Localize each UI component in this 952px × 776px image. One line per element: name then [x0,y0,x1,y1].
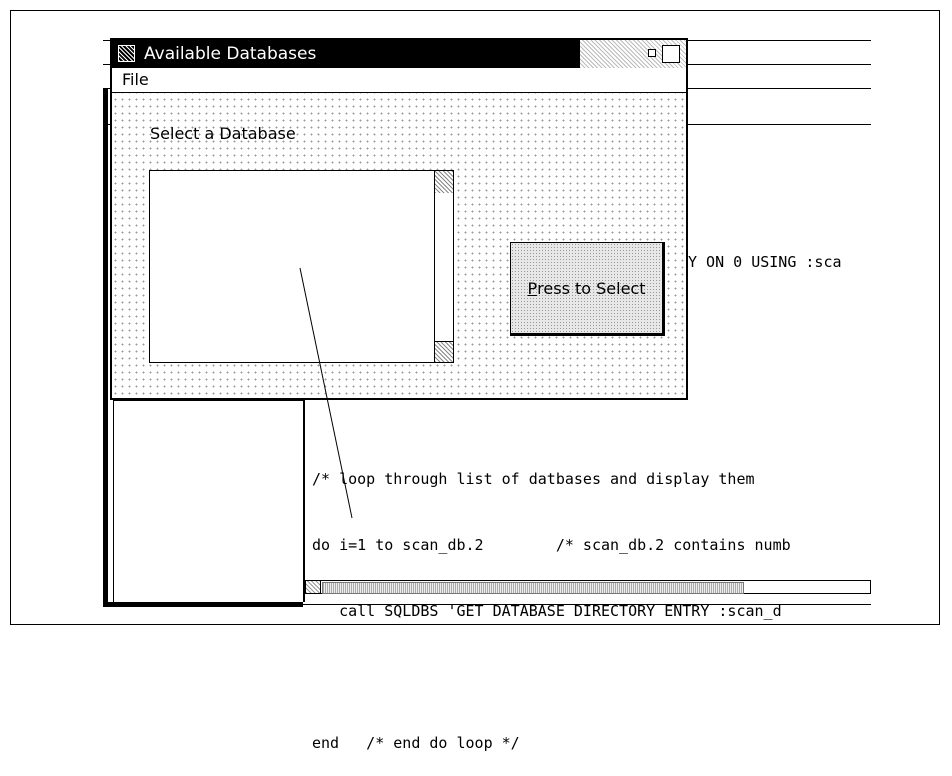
listbox-scroll-track[interactable] [434,193,453,342]
maximize-button[interactable] [662,45,680,63]
press-to-select-button[interactable]: Press to Select [510,242,665,336]
listbox-scroll-up-button[interactable] [434,171,453,194]
title-bar[interactable]: Available Databases [112,40,686,68]
minimize-button[interactable] [648,49,656,57]
system-menu-icon[interactable] [118,45,135,62]
menu-bar: File [112,68,686,93]
code-area[interactable]: /* loop through list of datbases and dis… [312,424,791,776]
code-line: end /* end do loop */ [312,734,520,752]
code-line: /* loop through list of datbases and dis… [312,470,755,488]
horizontal-scrollbar[interactable] [305,580,871,594]
listbox-scroll-down-button[interactable] [434,341,453,362]
menu-file[interactable]: File [122,70,149,89]
code-line: call SQLDBS 'GET DATABASE DIRECTORY ENTR… [312,602,782,620]
available-databases-dialog: Available Databases File Select a Databa… [110,38,688,400]
scroll-thumb[interactable] [322,582,744,594]
select-database-label: Select a Database [150,124,296,143]
code-line: do i=1 to scan_db.2 /* scan_db.2 contain… [312,536,791,554]
database-listbox[interactable] [149,170,454,363]
button-mnemonic: P [527,278,538,298]
title-buttons [580,40,686,68]
scroll-left-button[interactable] [306,581,321,593]
code-line-partial: Y ON 0 USING :sca [688,253,842,271]
dialog-title: Available Databases [144,44,317,64]
button-label: ress to Select [537,278,646,298]
